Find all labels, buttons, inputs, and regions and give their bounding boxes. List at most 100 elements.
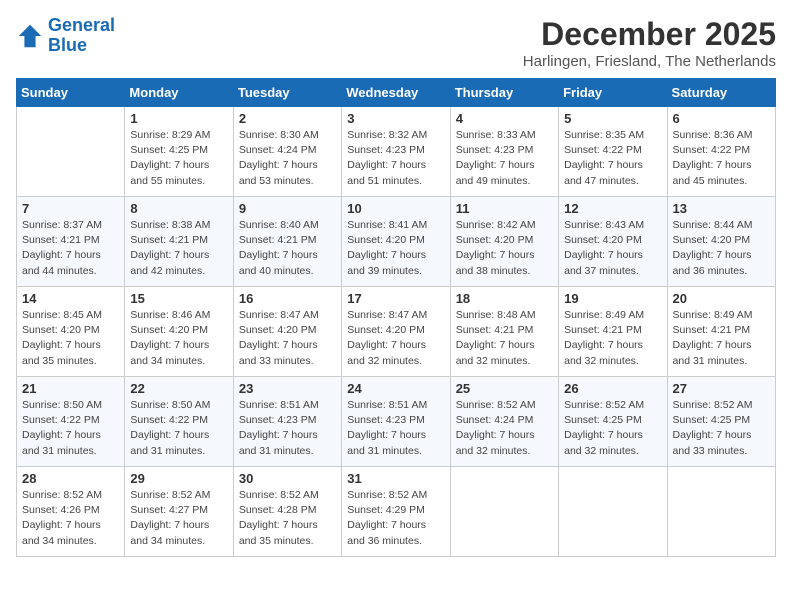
day-cell: 1 Sunrise: 8:29 AM Sunset: 4:25 PM Daylig…	[125, 107, 233, 197]
day-info: Sunrise: 8:47 AM Sunset: 4:20 PM Dayligh…	[239, 308, 336, 369]
day-info: Sunrise: 8:52 AM Sunset: 4:25 PM Dayligh…	[673, 398, 770, 459]
day-info: Sunrise: 8:35 AM Sunset: 4:22 PM Dayligh…	[564, 128, 661, 189]
day-info: Sunrise: 8:41 AM Sunset: 4:20 PM Dayligh…	[347, 218, 444, 279]
header-row: SundayMondayTuesdayWednesdayThursdayFrid…	[17, 79, 776, 107]
day-info: Sunrise: 8:52 AM Sunset: 4:26 PM Dayligh…	[22, 488, 119, 549]
day-cell: 21 Sunrise: 8:50 AM Sunset: 4:22 PM Dayli…	[17, 377, 125, 467]
day-number: 24	[347, 381, 444, 396]
week-row-2: 7Sunrise: 8:37 AM Sunset: 4:21 PM Daylig…	[17, 197, 776, 287]
week-row-5: 28 Sunrise: 8:52 AM Sunset: 4:26 PM Dayli…	[17, 467, 776, 557]
day-cell	[17, 107, 125, 197]
day-info: Sunrise: 8:30 AM Sunset: 4:24 PM Dayligh…	[239, 128, 336, 189]
day-number: 4	[456, 111, 553, 126]
day-cell: 24Sunrise: 8:51 AM Sunset: 4:23 PM Dayli…	[342, 377, 450, 467]
day-number: 8	[130, 201, 227, 216]
day-info: Sunrise: 8:38 AM Sunset: 4:21 PM Dayligh…	[130, 218, 227, 279]
day-info: Sunrise: 8:52 AM Sunset: 4:25 PM Dayligh…	[564, 398, 661, 459]
day-cell: 26 Sunrise: 8:52 AM Sunset: 4:25 PM Dayli…	[559, 377, 667, 467]
day-cell: 4 Sunrise: 8:33 AM Sunset: 4:23 PM Daylig…	[450, 107, 558, 197]
day-cell: 27 Sunrise: 8:52 AM Sunset: 4:25 PM Dayli…	[667, 377, 775, 467]
day-info: Sunrise: 8:49 AM Sunset: 4:21 PM Dayligh…	[564, 308, 661, 369]
day-cell: 18 Sunrise: 8:48 AM Sunset: 4:21 PM Dayli…	[450, 287, 558, 377]
day-cell: 2Sunrise: 8:30 AM Sunset: 4:24 PM Daylig…	[233, 107, 341, 197]
title-block: December 2025 Harlingen, Friesland, The …	[523, 16, 776, 70]
day-number: 16	[239, 291, 336, 306]
header-cell-monday: Monday	[125, 79, 233, 107]
day-number: 15	[130, 291, 227, 306]
day-number: 13	[673, 201, 770, 216]
calendar-table: SundayMondayTuesdayWednesdayThursdayFrid…	[16, 78, 776, 557]
header-cell-thursday: Thursday	[450, 79, 558, 107]
day-cell	[667, 467, 775, 557]
day-number: 18	[456, 291, 553, 306]
day-number: 23	[239, 381, 336, 396]
day-number: 11	[456, 201, 553, 216]
day-number: 25	[456, 381, 553, 396]
calendar-body: 1 Sunrise: 8:29 AM Sunset: 4:25 PM Daylig…	[17, 107, 776, 557]
day-cell: 3Sunrise: 8:32 AM Sunset: 4:23 PM Daylig…	[342, 107, 450, 197]
day-number: 28	[22, 471, 119, 486]
day-number: 10	[347, 201, 444, 216]
day-cell: 15 Sunrise: 8:46 AM Sunset: 4:20 PM Dayli…	[125, 287, 233, 377]
day-cell: 12 Sunrise: 8:43 AM Sunset: 4:20 PM Dayli…	[559, 197, 667, 287]
day-number: 31	[347, 471, 444, 486]
day-number: 20	[673, 291, 770, 306]
day-info: Sunrise: 8:43 AM Sunset: 4:20 PM Dayligh…	[564, 218, 661, 279]
day-cell: 22 Sunrise: 8:50 AM Sunset: 4:22 PM Dayli…	[125, 377, 233, 467]
day-info: Sunrise: 8:29 AM Sunset: 4:25 PM Dayligh…	[130, 128, 227, 189]
day-cell: 30Sunrise: 8:52 AM Sunset: 4:28 PM Dayli…	[233, 467, 341, 557]
day-info: Sunrise: 8:52 AM Sunset: 4:29 PM Dayligh…	[347, 488, 444, 549]
day-info: Sunrise: 8:52 AM Sunset: 4:27 PM Dayligh…	[130, 488, 227, 549]
day-info: Sunrise: 8:51 AM Sunset: 4:23 PM Dayligh…	[239, 398, 336, 459]
day-number: 7	[22, 201, 119, 216]
day-info: Sunrise: 8:40 AM Sunset: 4:21 PM Dayligh…	[239, 218, 336, 279]
day-info: Sunrise: 8:50 AM Sunset: 4:22 PM Dayligh…	[22, 398, 119, 459]
day-cell: 16 Sunrise: 8:47 AM Sunset: 4:20 PM Dayli…	[233, 287, 341, 377]
day-info: Sunrise: 8:46 AM Sunset: 4:20 PM Dayligh…	[130, 308, 227, 369]
week-row-4: 21 Sunrise: 8:50 AM Sunset: 4:22 PM Dayli…	[17, 377, 776, 467]
day-cell: 6 Sunrise: 8:36 AM Sunset: 4:22 PM Daylig…	[667, 107, 775, 197]
day-info: Sunrise: 8:49 AM Sunset: 4:21 PM Dayligh…	[673, 308, 770, 369]
day-cell: 17 Sunrise: 8:47 AM Sunset: 4:20 PM Dayli…	[342, 287, 450, 377]
day-cell: 5 Sunrise: 8:35 AM Sunset: 4:22 PM Daylig…	[559, 107, 667, 197]
day-number: 27	[673, 381, 770, 396]
day-cell: 8 Sunrise: 8:38 AM Sunset: 4:21 PM Daylig…	[125, 197, 233, 287]
header-cell-friday: Friday	[559, 79, 667, 107]
day-number: 1	[130, 111, 227, 126]
location: Harlingen, Friesland, The Netherlands	[523, 53, 776, 70]
header-cell-wednesday: Wednesday	[342, 79, 450, 107]
day-cell: 23 Sunrise: 8:51 AM Sunset: 4:23 PM Dayli…	[233, 377, 341, 467]
calendar-header: SundayMondayTuesdayWednesdayThursdayFrid…	[17, 79, 776, 107]
day-info: Sunrise: 8:47 AM Sunset: 4:20 PM Dayligh…	[347, 308, 444, 369]
day-number: 3	[347, 111, 444, 126]
day-cell	[450, 467, 558, 557]
day-number: 5	[564, 111, 661, 126]
day-number: 9	[239, 201, 336, 216]
day-info: Sunrise: 8:36 AM Sunset: 4:22 PM Dayligh…	[673, 128, 770, 189]
day-number: 6	[673, 111, 770, 126]
logo: General Blue	[16, 16, 115, 56]
day-cell	[559, 467, 667, 557]
day-cell: 7Sunrise: 8:37 AM Sunset: 4:21 PM Daylig…	[17, 197, 125, 287]
day-info: Sunrise: 8:48 AM Sunset: 4:21 PM Dayligh…	[456, 308, 553, 369]
day-cell: 9 Sunrise: 8:40 AM Sunset: 4:21 PM Daylig…	[233, 197, 341, 287]
day-info: Sunrise: 8:45 AM Sunset: 4:20 PM Dayligh…	[22, 308, 119, 369]
day-cell: 20 Sunrise: 8:49 AM Sunset: 4:21 PM Dayli…	[667, 287, 775, 377]
day-number: 17	[347, 291, 444, 306]
week-row-3: 14Sunrise: 8:45 AM Sunset: 4:20 PM Dayli…	[17, 287, 776, 377]
day-number: 12	[564, 201, 661, 216]
header-cell-sunday: Sunday	[17, 79, 125, 107]
day-cell: 31 Sunrise: 8:52 AM Sunset: 4:29 PM Dayli…	[342, 467, 450, 557]
day-info: Sunrise: 8:33 AM Sunset: 4:23 PM Dayligh…	[456, 128, 553, 189]
page-header: General Blue December 2025 Harlingen, Fr…	[16, 16, 776, 70]
day-info: Sunrise: 8:50 AM Sunset: 4:22 PM Dayligh…	[130, 398, 227, 459]
day-number: 26	[564, 381, 661, 396]
day-cell: 29 Sunrise: 8:52 AM Sunset: 4:27 PM Dayli…	[125, 467, 233, 557]
month-title: December 2025	[523, 16, 776, 53]
day-number: 21	[22, 381, 119, 396]
header-cell-saturday: Saturday	[667, 79, 775, 107]
day-number: 30	[239, 471, 336, 486]
day-cell: 19Sunrise: 8:49 AM Sunset: 4:21 PM Dayli…	[559, 287, 667, 377]
day-number: 22	[130, 381, 227, 396]
day-number: 29	[130, 471, 227, 486]
